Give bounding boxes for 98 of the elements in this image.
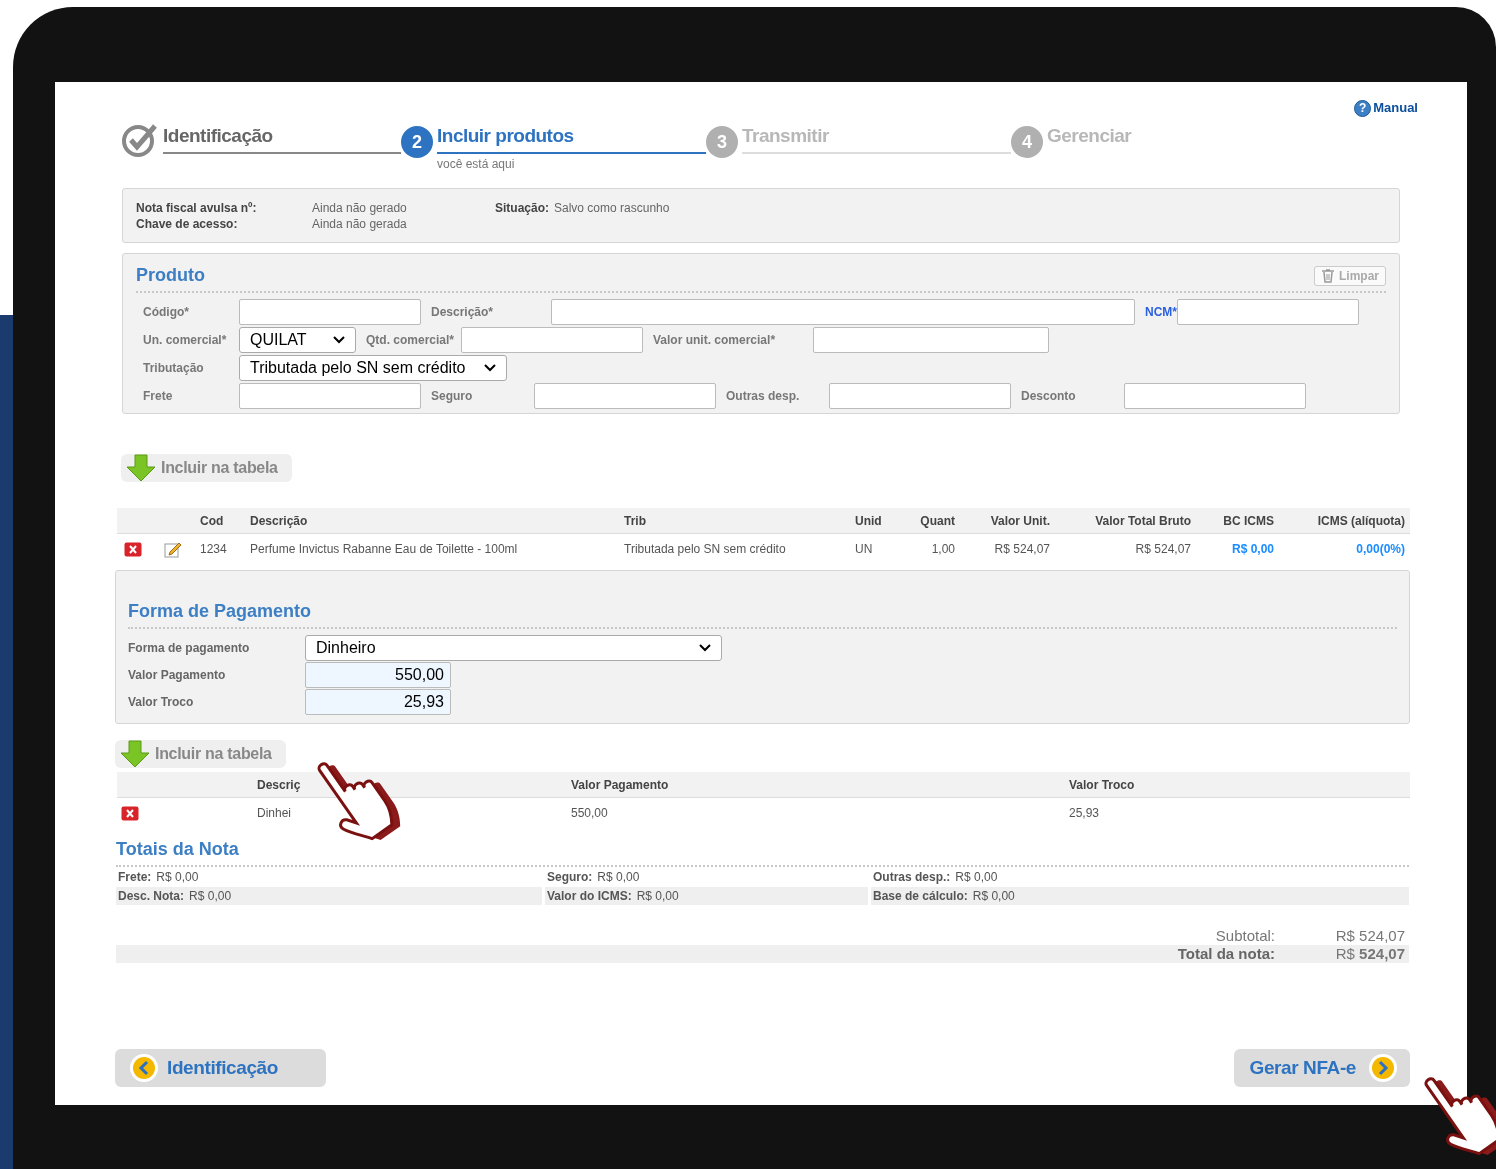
field-label: Valor Pagamento <box>128 666 227 684</box>
input-field[interactable] <box>1177 299 1359 325</box>
input-field[interactable] <box>239 299 421 325</box>
field-value: R$ 0,00 <box>636 888 679 905</box>
summary-value: R$ 524,07 <box>1334 943 1406 964</box>
step-label[interactable]: Transmitir <box>742 122 1011 152</box>
field-label: Frete <box>142 388 174 405</box>
chevron-right-icon <box>1368 1053 1398 1083</box>
input-field[interactable] <box>1124 383 1306 409</box>
field-label: Desc. Nota: <box>118 888 185 905</box>
field-label: Nota fiscal avulsa nº: <box>136 200 258 216</box>
column-header: Unid <box>854 512 883 530</box>
field-label: Código* <box>142 304 190 321</box>
table-cell-text: Dinhei <box>256 805 293 822</box>
field-value: R$ 0,00 <box>189 888 232 905</box>
field-label: Seguro: <box>547 869 593 886</box>
input-field[interactable] <box>829 383 1011 409</box>
field-value: R$ 0,00 <box>972 888 1015 905</box>
field-value: R$ 0,00 <box>955 869 998 886</box>
dropdown[interactable]: Tributada pelo SN sem crédito <box>239 355 507 381</box>
value-link[interactable]: 0,00(0%) <box>1279 540 1410 558</box>
section-title: Forma de Pagamento <box>128 601 312 621</box>
field-label: Situação: <box>495 200 549 217</box>
column-header: ICMS (alíquota) <box>1316 512 1406 530</box>
input-field[interactable] <box>813 327 1049 353</box>
table-cell-text: 25,93 <box>1068 805 1101 822</box>
field-label: NCM* <box>1144 304 1177 321</box>
field-label: Valor do ICMS: <box>547 888 632 905</box>
column-header: Cod <box>199 512 225 530</box>
table-cell-text: R$ 524,07 <box>993 541 1051 558</box>
field-label: Tributação <box>142 360 205 377</box>
table-cell-text: 1,00 <box>930 541 956 558</box>
field-value: R$ 0,00 <box>597 869 640 886</box>
edit-button[interactable] <box>163 540 183 558</box>
table-cell-text: Perfume Invictus Rabanne Eau de Toilette - 100ml <box>249 541 519 558</box>
column-header: Valor Pagamento <box>570 776 670 794</box>
table-cell-text: Tributada pelo SN sem crédito <box>623 541 787 558</box>
dropdown[interactable]: QUILAT <box>239 327 356 353</box>
field-label: Qtd. comercial* <box>365 332 456 349</box>
field-label: Outras desp.: <box>873 869 951 886</box>
column-header: Trib <box>623 512 647 530</box>
step-label[interactable]: Identificação <box>163 122 401 152</box>
field-label: Forma de pagamento <box>128 639 251 657</box>
dropdown[interactable]: Dinheiro <box>305 634 722 661</box>
input-field[interactable] <box>534 383 716 409</box>
column-header: Valor Unit. <box>989 512 1051 530</box>
step-label[interactable]: Incluir produtos <box>437 122 706 152</box>
column-header: Quant <box>919 512 956 530</box>
field-label: Base de cálculo: <box>873 888 968 905</box>
table-cell-text: 1234 <box>199 541 228 558</box>
down-arrow-icon <box>119 740 151 768</box>
input-field[interactable]: 25,93 <box>305 688 451 715</box>
summary-label: Subtotal: <box>1215 925 1276 946</box>
check-icon <box>121 123 159 157</box>
chevron-down-icon <box>484 364 496 372</box>
summary-value: R$ 524,07 <box>1334 925 1406 946</box>
field-label: Seguro <box>430 388 474 405</box>
column-header: Descrição <box>249 512 309 530</box>
field-label: Desconto <box>1020 388 1077 405</box>
table-cell-text: UN <box>854 541 874 558</box>
field-label: Un. comercial* <box>142 332 228 349</box>
back-button[interactable]: Identificação <box>115 1049 326 1087</box>
table-cell-text: 550,00 <box>570 805 609 822</box>
field-value: Ainda não gerado <box>312 200 408 216</box>
input-field[interactable]: 550,00 <box>305 661 451 688</box>
chevron-down-icon <box>333 336 345 344</box>
summary-label: Total da nota: <box>1177 943 1276 964</box>
chevron-left-icon <box>129 1053 159 1083</box>
value-link[interactable]: R$ 0,00 <box>1196 540 1279 558</box>
field-label: Frete: <box>118 869 152 886</box>
section-title: Totais da Nota <box>116 839 239 859</box>
trash-icon <box>1321 268 1335 283</box>
field-label: Valor Troco <box>128 693 195 711</box>
step-hint: você está aqui <box>437 155 516 173</box>
chevron-down-icon <box>699 643 711 652</box>
down-arrow-icon <box>125 454 157 482</box>
field-value: R$ 0,00 <box>156 869 199 886</box>
field-label: Descrição* <box>430 304 495 321</box>
input-field[interactable] <box>239 383 421 409</box>
input-field[interactable] <box>461 327 643 353</box>
table-cell-text: R$ 524,07 <box>1134 541 1192 558</box>
include-button[interactable]: Incluir na tabela <box>121 454 292 482</box>
manual-link[interactable]: ? Manual <box>1354 94 1418 122</box>
section-title: Produto <box>136 264 205 287</box>
next-button[interactable]: Gerar NFA-e <box>1234 1049 1410 1087</box>
field-value: Ainda não gerada <box>312 216 408 232</box>
column-header: BC ICMS <box>1222 512 1275 530</box>
field-label: Outras desp. <box>725 388 801 405</box>
input-field[interactable] <box>551 299 1135 325</box>
column-header: Descriç <box>256 776 302 794</box>
step-label[interactable]: Gerenciar <box>1047 122 1211 152</box>
field-value: Salvo como rascunho <box>554 200 670 217</box>
column-header: Valor Total Bruto <box>1094 512 1192 530</box>
field-label: Valor unit. comercial* <box>652 332 777 349</box>
field-label: Chave de acesso: <box>136 216 239 232</box>
column-header: Valor Troco <box>1068 776 1136 794</box>
include-button[interactable]: Incluir na tabela <box>115 740 286 768</box>
clear-button[interactable]: Limpar <box>1314 265 1386 286</box>
